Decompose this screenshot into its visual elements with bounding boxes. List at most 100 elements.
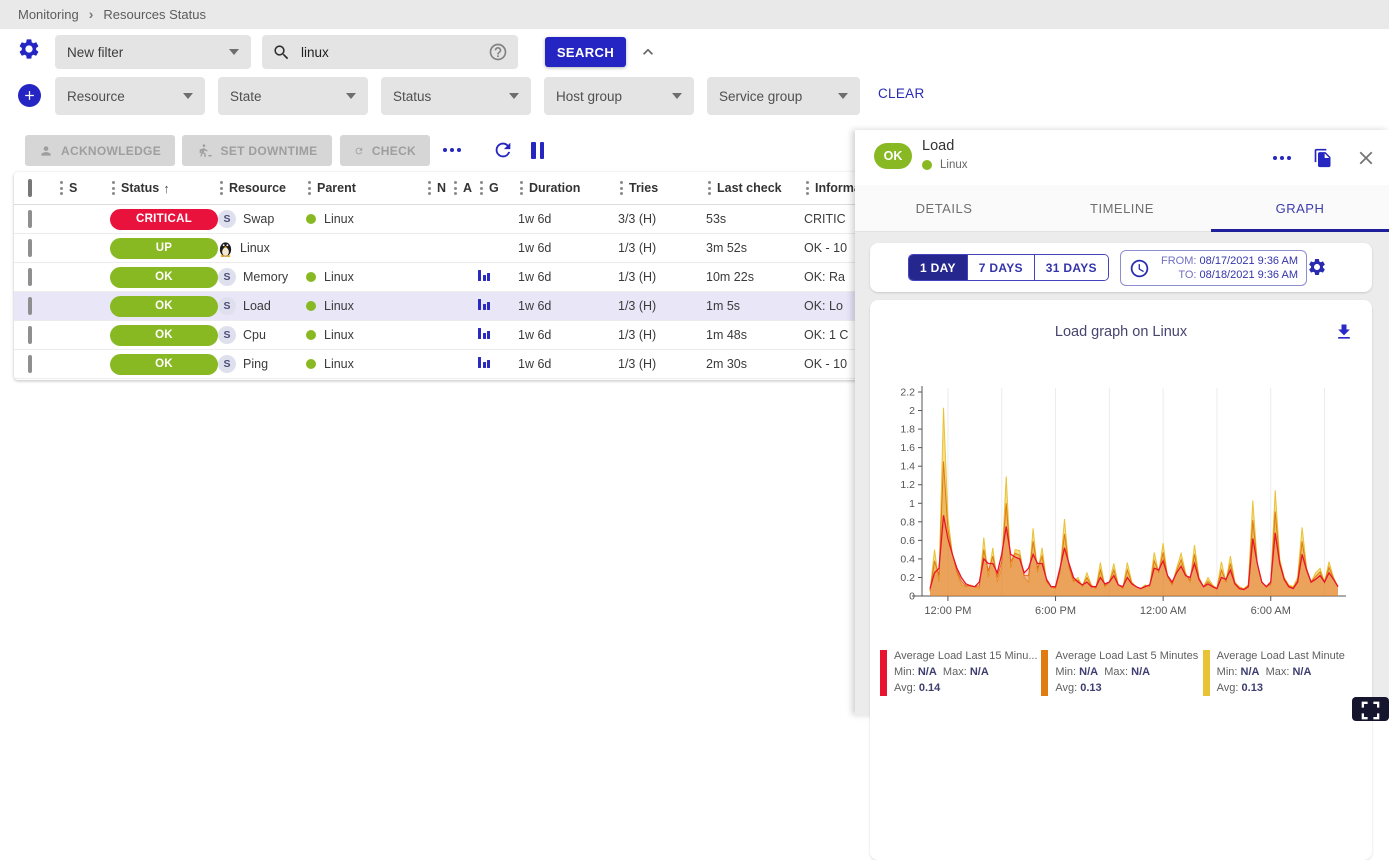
drag-handle-icon[interactable] [706, 179, 713, 197]
select-all-checkbox[interactable] [28, 179, 32, 197]
panel-more-actions-icon[interactable] [1273, 156, 1291, 160]
search-button[interactable]: SEARCH [545, 37, 626, 67]
service-badge: S [218, 355, 236, 373]
row-checkbox[interactable] [28, 355, 32, 373]
resource-cell[interactable]: SSwap [218, 210, 306, 228]
column-header-resource[interactable]: Resource [218, 179, 306, 197]
drag-handle-icon[interactable] [110, 179, 117, 197]
range-7-days-button[interactable]: 7 DAYS [968, 255, 1035, 280]
row-checkbox[interactable] [28, 210, 32, 228]
column-header-severity[interactable]: S [58, 179, 110, 197]
parent-cell[interactable]: Linux [306, 212, 426, 226]
range-31-days-button[interactable]: 31 DAYS [1035, 255, 1108, 280]
legend-item-0[interactable]: Average Load Last 15 Minu...Min: N/A Max… [880, 648, 1041, 696]
filter-preset-select[interactable]: New filter [55, 35, 251, 69]
tab-graph[interactable]: GRAPH [1211, 185, 1389, 231]
graph-icon[interactable] [478, 299, 490, 310]
set-downtime-button[interactable]: SET DOWNTIME [182, 135, 332, 166]
row-checkbox[interactable] [28, 239, 32, 257]
refresh-list-icon[interactable] [492, 139, 514, 161]
drag-handle-icon[interactable] [618, 179, 625, 197]
copy-link-icon[interactable] [1313, 148, 1333, 168]
breadcrumb-resources-status[interactable]: Resources Status [103, 7, 206, 22]
status-badge: OK [110, 354, 218, 375]
state-select[interactable]: State [218, 77, 368, 115]
filter-settings-gear-icon[interactable] [17, 37, 41, 61]
more-actions-icon[interactable] [443, 148, 461, 152]
date-range-values: FROM: 08/17/2021 9:36 AM TO: 08/18/2021 … [1158, 254, 1298, 282]
row-checkbox[interactable] [28, 326, 32, 344]
column-header-notification[interactable]: N [426, 179, 452, 197]
breadcrumb-monitoring[interactable]: Monitoring [18, 7, 79, 22]
range-1-day-button[interactable]: 1 DAY [909, 255, 968, 280]
help-icon[interactable] [488, 42, 508, 62]
drag-handle-icon[interactable] [426, 179, 433, 197]
resource-cell[interactable]: Linux [218, 240, 306, 257]
row-checkbox[interactable] [28, 268, 32, 286]
up-status-dot-icon [306, 214, 316, 224]
service-badge: S [218, 268, 236, 286]
column-header-status[interactable]: Status↑ [110, 179, 218, 197]
graph-settings-gear-icon[interactable] [1307, 257, 1327, 277]
last-check-cell: 2m 30s [706, 357, 804, 371]
host-group-select[interactable]: Host group [544, 77, 694, 115]
resource-cell[interactable]: S Ping [218, 355, 306, 373]
tab-details[interactable]: DETAILS [855, 185, 1033, 231]
download-icon[interactable] [1334, 322, 1354, 342]
custom-date-range[interactable]: FROM: 08/17/2021 9:36 AM TO: 08/18/2021 … [1120, 250, 1307, 286]
resource-cell[interactable]: SMemory [218, 268, 306, 286]
status-select[interactable]: Status [381, 77, 531, 115]
resource-cell[interactable]: SLoad [218, 297, 306, 315]
clear-filters-button[interactable]: CLEAR [878, 86, 925, 101]
status-badge: CRITICAL [110, 209, 218, 230]
drag-handle-icon[interactable] [218, 179, 225, 197]
drag-handle-icon[interactable] [306, 179, 313, 197]
close-panel-icon[interactable] [1355, 147, 1377, 169]
acknowledge-button[interactable]: ACKNOWLEDGE [25, 135, 175, 166]
drag-handle-icon[interactable] [478, 179, 485, 197]
refresh-icon [354, 143, 364, 159]
row-checkbox[interactable] [28, 297, 32, 315]
graph-icon[interactable] [478, 357, 490, 368]
collapse-filters-icon[interactable] [638, 42, 658, 62]
last-check-value: 53s [706, 212, 726, 226]
parent-cell[interactable]: Linux [306, 357, 426, 371]
load-chart[interactable]: 00.20.40.60.811.21.41.61.822.212:00 PM6:… [884, 382, 1358, 626]
plus-icon [22, 88, 37, 103]
breadcrumb: Monitoring › Resources Status [0, 0, 1389, 29]
resource-details-panel: OK Load Linux DETAILS TIMELINE GRAPH 1 D… [855, 130, 1389, 715]
parent-cell[interactable]: Linux [306, 270, 426, 284]
drag-handle-icon[interactable] [518, 179, 525, 197]
linux-penguin-icon [218, 240, 233, 257]
drag-handle-icon[interactable] [58, 179, 65, 197]
check-button[interactable]: CHECK [340, 135, 430, 166]
legend-item-2[interactable]: Average Load Last MinuteMin: N/A Max: N/… [1203, 648, 1364, 696]
legend-min-max: Min: N/A Max: N/A [1217, 664, 1345, 680]
fullscreen-icon[interactable] [1352, 697, 1389, 721]
drag-handle-icon[interactable] [452, 179, 459, 197]
column-header-last-check[interactable]: Last check [706, 179, 804, 197]
add-criteria-button[interactable] [18, 84, 41, 107]
drag-handle-icon[interactable] [804, 179, 811, 197]
tries-cell: 1/3 (H) [618, 299, 706, 313]
column-header-tries[interactable]: Tries [618, 179, 706, 197]
tab-timeline[interactable]: TIMELINE [1033, 185, 1211, 231]
search-input[interactable]: linux [262, 35, 518, 69]
graph-icon[interactable] [478, 270, 490, 281]
column-header-duration[interactable]: Duration [518, 179, 618, 197]
pause-refresh-icon[interactable] [531, 142, 544, 159]
column-header-graph[interactable]: G [478, 179, 518, 197]
resource-name: Ping [243, 357, 268, 371]
search-value: linux [301, 45, 478, 60]
parent-cell[interactable]: Linux [306, 328, 426, 342]
search-icon [272, 43, 291, 62]
legend-item-1[interactable]: Average Load Last 5 MinutesMin: N/A Max:… [1041, 648, 1202, 696]
column-header-parent[interactable]: Parent [306, 179, 426, 197]
service-group-select[interactable]: Service group [707, 77, 860, 115]
column-header-acknowledged[interactable]: A [452, 179, 478, 197]
graph-title: Load graph on Linux [870, 324, 1372, 340]
graph-icon[interactable] [478, 328, 490, 339]
resource-cell[interactable]: SCpu [218, 326, 306, 344]
parent-cell[interactable]: Linux [306, 299, 426, 313]
resource-type-select[interactable]: Resource [55, 77, 205, 115]
